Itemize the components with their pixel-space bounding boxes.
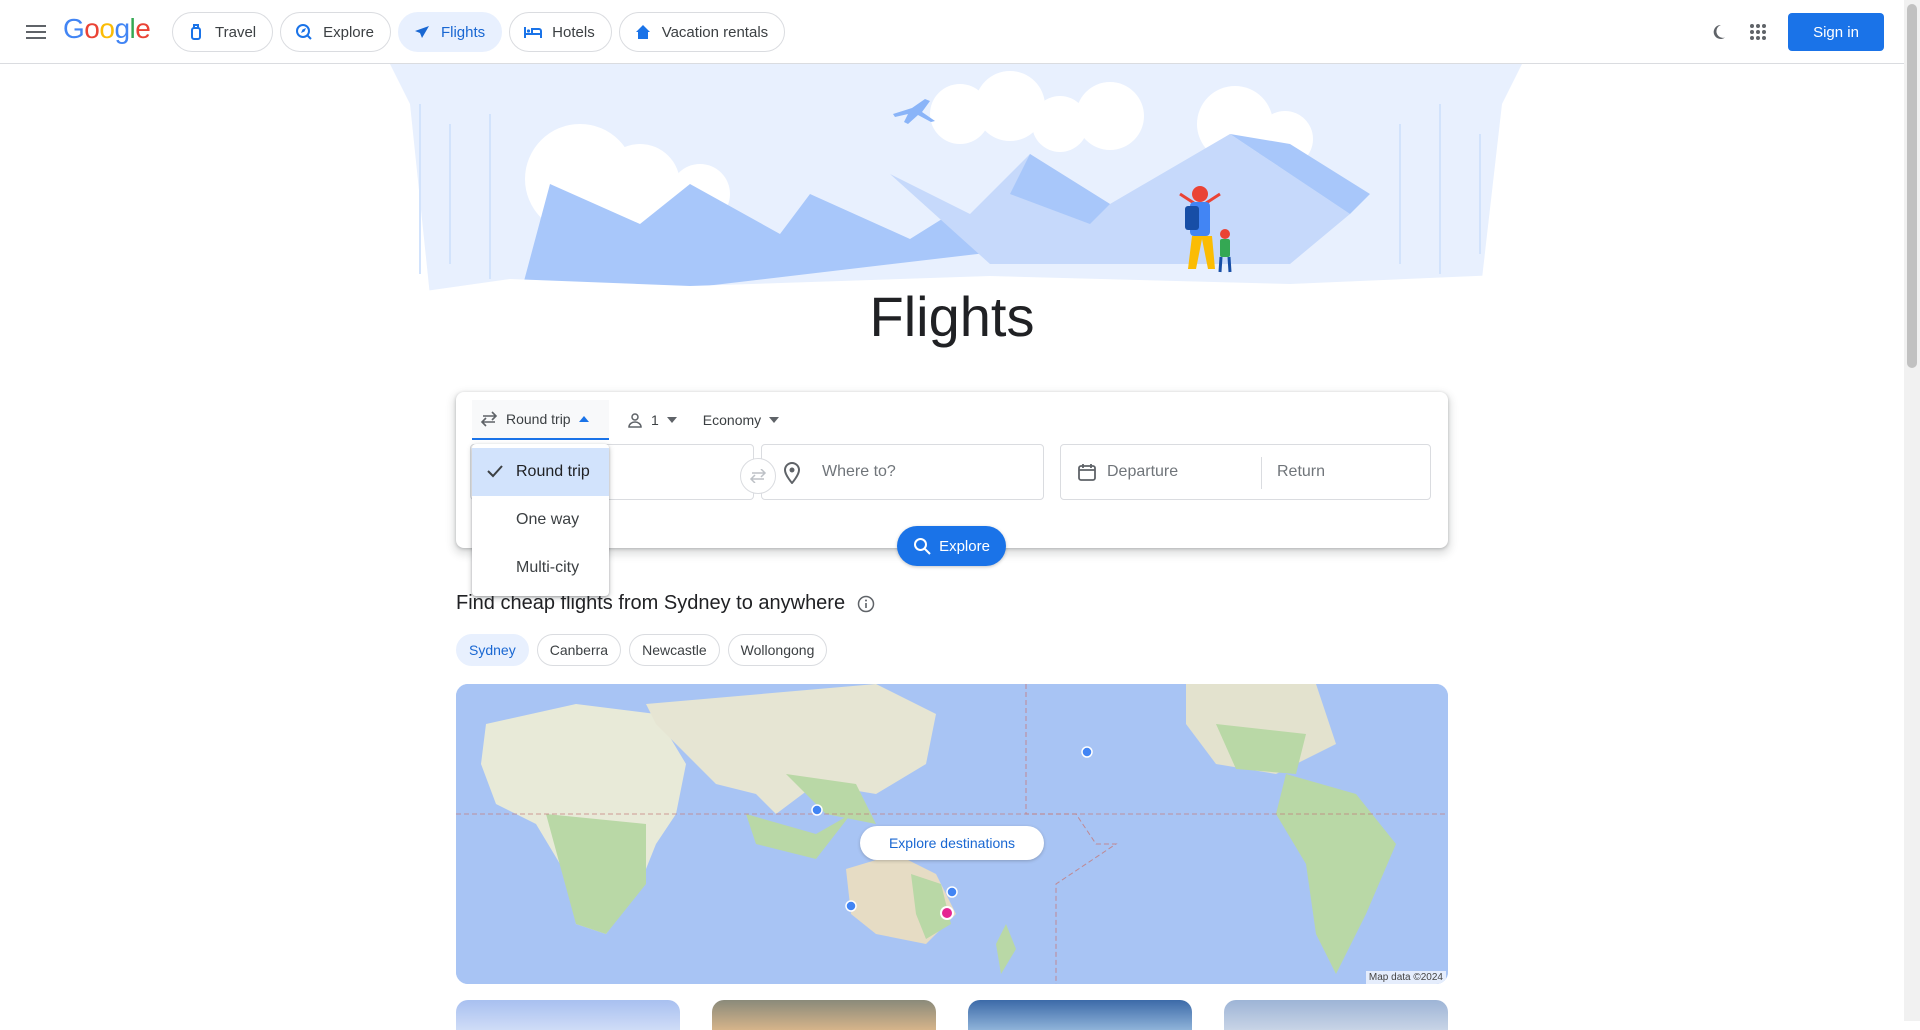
- moon-icon: [1713, 24, 1725, 39]
- caret-up-icon: [578, 416, 589, 422]
- explore-icon: [296, 24, 312, 40]
- destinations-map[interactable]: Explore destinations Map data ©2024: [456, 684, 1448, 984]
- date-divider: [1261, 457, 1262, 489]
- main-menu-button[interactable]: [20, 16, 52, 48]
- destination-cards: [456, 1000, 1448, 1030]
- date-range-input[interactable]: Departure Return: [1060, 444, 1431, 500]
- person-icon: [628, 413, 642, 428]
- mountain-illustration: [390, 64, 1522, 296]
- destination-placeholder: Where to?: [822, 463, 896, 480]
- caret-down-icon: [769, 417, 780, 423]
- house-icon: [635, 25, 650, 39]
- page-scrollbar[interactable]: [1904, 0, 1920, 1021]
- bed-icon: [524, 27, 543, 38]
- trip-type-menu: Round trip One way Multi-city: [472, 444, 609, 596]
- nav-flights[interactable]: Flights: [397, 12, 503, 52]
- trip-option-label: One way: [516, 511, 580, 528]
- header-tools: Sign in: [1698, 12, 1904, 52]
- nav-hotels-label: Hotels: [552, 23, 595, 41]
- plane-icon: [414, 26, 429, 38]
- destination-card[interactable]: [1224, 1000, 1448, 1030]
- nav-flights-label: Flights: [440, 23, 486, 41]
- explore-search-label: Explore: [939, 537, 990, 555]
- location-pin-icon: [784, 462, 800, 484]
- trip-type-value: Round trip: [506, 411, 571, 427]
- swap-icon: [749, 469, 767, 483]
- trip-option-label: Multi-city: [516, 559, 580, 576]
- map-attribution: Map data ©2024: [1365, 971, 1446, 984]
- city-chip-newcastle[interactable]: Newcastle: [629, 634, 720, 666]
- hero-illustration: [390, 64, 1522, 296]
- passengers-value: 1: [651, 412, 659, 428]
- explore-destinations-button[interactable]: Explore destinations: [860, 826, 1044, 860]
- google-logo[interactable]: Google: [63, 13, 151, 45]
- nav-travel[interactable]: Travel: [172, 12, 274, 52]
- check-icon: [487, 465, 503, 478]
- trip-type-select[interactable]: Round trip: [472, 400, 609, 440]
- scrollbar-thumb[interactable]: [1907, 4, 1917, 368]
- dark-mode-button[interactable]: [1698, 12, 1738, 52]
- destination-card[interactable]: [968, 1000, 1192, 1030]
- nav-explore[interactable]: Explore: [280, 12, 391, 52]
- return-field[interactable]: Return: [1277, 463, 1325, 481]
- nav-vacation-rentals-label: Vacation rentals: [661, 23, 769, 41]
- hamburger-icon: [26, 25, 46, 39]
- nav-vacation-rentals[interactable]: Vacation rentals: [618, 12, 786, 52]
- search-options: Round trip 1 Economy: [472, 400, 787, 440]
- apps-grid-icon: [1750, 24, 1766, 40]
- destination-input[interactable]: Where to?: [761, 444, 1044, 500]
- city-chip-sydney[interactable]: Sydney: [456, 634, 529, 666]
- explore-search-button[interactable]: Explore: [897, 526, 1006, 566]
- nav-hotels[interactable]: Hotels: [509, 12, 612, 52]
- origin-city-chips: Sydney Canberra Newcastle Wollongong: [456, 634, 828, 666]
- calendar-icon: [1078, 464, 1096, 481]
- top-app-bar: Google Travel Explore Flights Hotels Vac…: [0, 0, 1904, 64]
- trip-option-one-way[interactable]: One way: [472, 496, 609, 544]
- trip-option-label: Round trip: [516, 463, 590, 480]
- page-title: Flights: [869, 285, 1035, 348]
- apps-button[interactable]: [1738, 12, 1778, 52]
- nav-explore-label: Explore: [323, 23, 374, 41]
- swap-locations-button[interactable]: [740, 458, 776, 494]
- departure-field[interactable]: Departure: [1107, 463, 1178, 481]
- passengers-select[interactable]: 1: [619, 400, 685, 440]
- destination-card[interactable]: [456, 1000, 680, 1030]
- city-chip-wollongong[interactable]: Wollongong: [727, 634, 828, 666]
- destination-card[interactable]: [712, 1000, 936, 1030]
- travel-nav: Travel Explore Flights Hotels Vacation r…: [172, 12, 786, 52]
- info-icon[interactable]: [857, 595, 875, 613]
- luggage-icon: [191, 24, 201, 40]
- trip-option-multi-city[interactable]: Multi-city: [472, 544, 609, 592]
- cabin-class-value: Economy: [702, 412, 762, 428]
- cabin-class-select[interactable]: Economy: [695, 400, 787, 440]
- sign-in-button[interactable]: Sign in: [1788, 13, 1884, 51]
- caret-down-icon: [666, 417, 677, 423]
- search-icon: [914, 538, 931, 555]
- nav-travel-label: Travel: [215, 23, 257, 41]
- trip-option-round-trip[interactable]: Round trip: [472, 448, 609, 496]
- swap-arrows-icon: [480, 411, 498, 427]
- city-chip-canberra[interactable]: Canberra: [536, 634, 622, 666]
